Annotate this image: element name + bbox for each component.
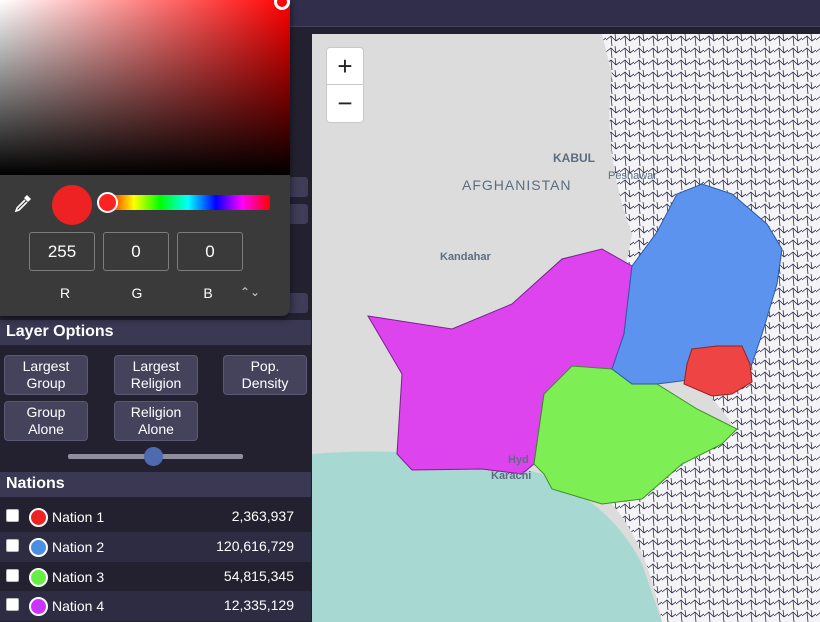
updown-chevron-icon[interactable]: ⌃⌄ (240, 285, 260, 299)
nation-population: 12,335,129 (223, 597, 294, 613)
map-label-kandahar: Kandahar (440, 251, 491, 263)
nation1-region (683, 345, 753, 397)
nation-checkbox[interactable] (6, 509, 19, 522)
nation-row[interactable]: Nation 4 12,335,129 (0, 591, 311, 621)
map-view[interactable]: + − KABUL AFGHANISTAN Peshawar Kandahar … (312, 34, 820, 622)
nation-name: Nation 3 (52, 569, 105, 585)
nation-checkbox[interactable] (6, 569, 19, 582)
red-input[interactable]: 255 (29, 232, 95, 271)
eyedropper-icon-glyph (14, 195, 31, 213)
nation-row[interactable]: Nation 2 120,616,729 (0, 532, 311, 562)
saturation-cursor[interactable] (274, 0, 290, 10)
pop-density-button[interactable]: Pop. Density (223, 355, 307, 395)
religion-alone-button[interactable]: Religion Alone (114, 401, 198, 441)
group-alone-button[interactable]: Group Alone (4, 401, 88, 441)
map-canvas[interactable] (312, 34, 820, 622)
nation-color-swatch[interactable] (29, 568, 48, 587)
largest-group-button[interactable]: Largest Group (4, 355, 88, 395)
map-label-karachi: Karachi (491, 470, 532, 482)
nation-population: 2,363,937 (231, 508, 294, 524)
layer-options-header: Layer Options (0, 320, 311, 345)
nation-checkbox[interactable] (6, 598, 19, 611)
nation-checkbox[interactable] (6, 539, 19, 552)
green-label: G (131, 285, 143, 301)
nation-color-swatch[interactable] (29, 597, 48, 616)
red-label: R (59, 285, 71, 301)
nation-name: Nation 4 (52, 598, 105, 614)
map-label-hyderabad: Hyd (508, 454, 529, 466)
green-input[interactable]: 0 (103, 232, 169, 271)
nations-header: Nations (0, 472, 311, 497)
nation-color-swatch[interactable] (29, 538, 48, 557)
largest-religion-button[interactable]: Largest Religion (114, 355, 198, 395)
color-picker-popup[interactable]: 255 0 0 R G B ⌃⌄ (0, 0, 290, 316)
zoom-out-button[interactable]: − (326, 85, 364, 123)
map-label-afghanistan: AFGHANISTAN (462, 177, 572, 193)
nation-population: 120,616,729 (216, 538, 294, 554)
nation-name: Nation 2 (52, 539, 105, 555)
app-window: Layer Options Largest Group Largest Reli… (0, 0, 820, 622)
nation-row[interactable]: Nation 3 54,815,345 (0, 562, 311, 592)
layer-opacity-slider[interactable] (68, 447, 243, 466)
nation-color-swatch[interactable] (29, 508, 48, 527)
blue-label: B (203, 285, 213, 301)
zoom-in-button[interactable]: + (326, 47, 364, 85)
nation-population: 54,815,345 (223, 568, 294, 584)
nation-name: Nation 1 (52, 509, 105, 525)
blue-input[interactable]: 0 (177, 232, 243, 271)
map-label-kabul: KABUL (553, 151, 595, 165)
nation-row[interactable]: Nation 1 2,363,937 (0, 502, 311, 532)
color-preview-swatch (52, 185, 92, 225)
hue-slider[interactable] (97, 192, 270, 213)
eyedropper-icon[interactable] (13, 193, 33, 219)
saturation-value-area[interactable] (0, 0, 290, 175)
map-label-peshawar: Peshawar (608, 170, 657, 182)
hue-slider-thumb[interactable] (97, 192, 118, 213)
